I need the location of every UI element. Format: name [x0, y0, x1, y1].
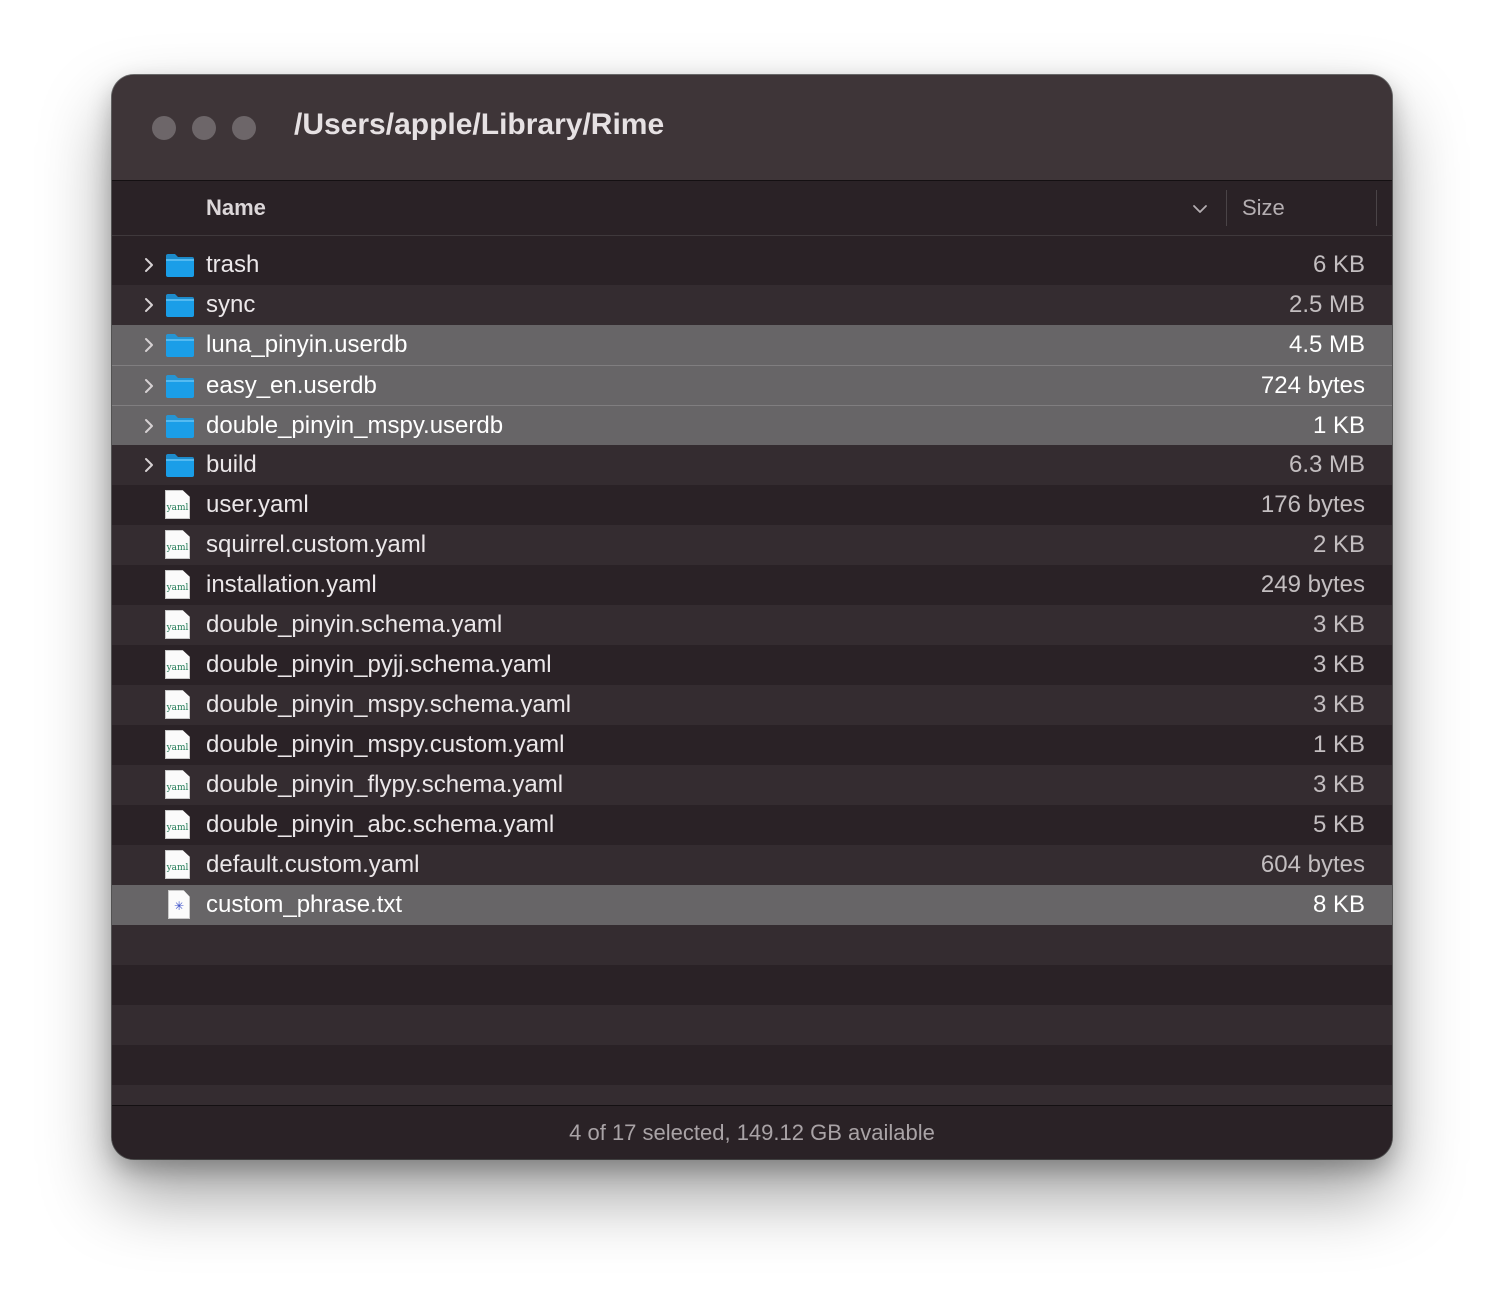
empty-row — [112, 1005, 1392, 1045]
file-name: double_pinyin_pyjj.schema.yaml — [206, 651, 552, 678]
chevron-right-icon[interactable] — [142, 416, 156, 436]
file-size: 176 bytes — [1260, 491, 1365, 518]
file-row[interactable]: yaml double_pinyin_mspy.custom.yaml 1 KB — [112, 725, 1392, 765]
file-row[interactable]: yaml double_pinyin_pyjj.schema.yaml 3 KB — [112, 645, 1392, 685]
chevron-down-icon[interactable] — [1190, 199, 1210, 219]
yaml-file-icon: yaml — [165, 770, 190, 799]
file-name: custom_phrase.txt — [206, 891, 403, 918]
file-size: 6.3 MB — [1288, 451, 1365, 478]
file-row[interactable]: yaml double_pinyin.schema.yaml 3 KB — [112, 605, 1392, 645]
folder-icon — [166, 454, 194, 477]
file-size: 3 KB — [1312, 611, 1365, 638]
close-button[interactable] — [152, 116, 176, 140]
file-name: trash — [206, 251, 260, 278]
folder-icon — [166, 415, 194, 438]
yaml-file-icon: yaml — [165, 650, 190, 679]
file-size: 6 KB — [1312, 251, 1365, 278]
file-name: build — [206, 451, 257, 478]
file-row[interactable]: ✳ custom_phrase.txt 8 KB — [112, 885, 1392, 925]
yaml-file-icon: yaml — [165, 570, 190, 599]
chevron-right-icon[interactable] — [142, 455, 156, 475]
file-name: installation.yaml — [206, 571, 377, 598]
file-name: double_pinyin_mspy.custom.yaml — [206, 731, 565, 758]
file-size: 2 KB — [1312, 531, 1365, 558]
empty-row — [112, 1045, 1392, 1085]
status-text: 4 of 17 selected, 149.12 GB available — [569, 1120, 935, 1145]
folder-icon — [166, 254, 194, 277]
column-divider[interactable] — [1226, 190, 1227, 226]
column-header-size[interactable]: Size — [1242, 195, 1285, 221]
chevron-right-icon[interactable] — [142, 295, 156, 315]
file-name: double_pinyin_mspy.schema.yaml — [206, 691, 572, 718]
file-name: squirrel.custom.yaml — [206, 531, 427, 558]
file-row[interactable]: easy_en.userdb 724 bytes — [112, 365, 1392, 405]
yaml-file-icon: yaml — [165, 850, 190, 879]
chevron-right-icon[interactable] — [142, 376, 156, 396]
yaml-file-icon: yaml — [165, 490, 190, 519]
column-divider[interactable] — [1376, 190, 1377, 226]
folder-icon — [166, 294, 194, 317]
file-list: trash 6 KB sync 2.5 MB luna_pinyin.userdb 4.5… — [112, 245, 1392, 1159]
file-size: 5 KB — [1312, 811, 1365, 838]
status-bar: 4 of 17 selected, 149.12 GB available — [112, 1105, 1392, 1159]
zoom-button[interactable] — [232, 116, 256, 140]
file-row[interactable]: build 6.3 MB — [112, 445, 1392, 485]
file-name: double_pinyin_mspy.userdb — [206, 412, 504, 439]
file-row[interactable]: yaml user.yaml 176 bytes — [112, 485, 1392, 525]
file-size: 724 bytes — [1260, 372, 1365, 399]
yaml-file-icon: yaml — [165, 610, 190, 639]
yaml-file-icon: yaml — [165, 530, 190, 559]
title-bar: /Users/apple/Library/Rime — [112, 75, 1392, 181]
column-header-name[interactable]: Name — [206, 195, 266, 221]
file-row[interactable]: trash 6 KB — [112, 245, 1392, 285]
file-size: 1 KB — [1312, 731, 1365, 758]
yaml-file-icon: yaml — [165, 730, 190, 759]
file-size: 604 bytes — [1260, 851, 1365, 878]
file-row[interactable]: yaml double_pinyin_abc.schema.yaml 5 KB — [112, 805, 1392, 845]
empty-row — [112, 925, 1392, 965]
file-name: easy_en.userdb — [206, 372, 377, 399]
file-row[interactable]: yaml default.custom.yaml 604 bytes — [112, 845, 1392, 885]
file-size: 249 bytes — [1260, 571, 1365, 598]
file-size: 3 KB — [1312, 691, 1365, 718]
column-header: Name Size — [112, 181, 1392, 236]
file-row[interactable]: double_pinyin_mspy.userdb 1 KB — [112, 405, 1392, 445]
empty-row — [112, 965, 1392, 1005]
text-file-icon: ✳ — [168, 890, 190, 919]
window-title: /Users/apple/Library/Rime — [294, 108, 665, 141]
folder-icon — [166, 375, 194, 398]
file-row[interactable]: luna_pinyin.userdb 4.5 MB — [112, 325, 1392, 365]
file-name: luna_pinyin.userdb — [206, 331, 408, 358]
yaml-file-icon: yaml — [165, 690, 190, 719]
chevron-right-icon[interactable] — [142, 335, 156, 355]
yaml-file-icon: yaml — [165, 810, 190, 839]
file-name: default.custom.yaml — [206, 851, 420, 878]
file-name: double_pinyin_abc.schema.yaml — [206, 811, 555, 838]
file-size: 4.5 MB — [1288, 331, 1365, 358]
file-size: 3 KB — [1312, 771, 1365, 798]
file-row[interactable]: yaml double_pinyin_flypy.schema.yaml 3 KB — [112, 765, 1392, 805]
file-row[interactable]: sync 2.5 MB — [112, 285, 1392, 325]
file-row[interactable]: yaml double_pinyin_mspy.schema.yaml 3 KB — [112, 685, 1392, 725]
file-row[interactable]: yaml squirrel.custom.yaml 2 KB — [112, 525, 1392, 565]
file-size: 3 KB — [1312, 651, 1365, 678]
file-size: 1 KB — [1312, 412, 1365, 439]
chevron-right-icon[interactable] — [142, 255, 156, 275]
file-name: user.yaml — [206, 491, 309, 518]
file-name: double_pinyin.schema.yaml — [206, 611, 503, 638]
file-size: 2.5 MB — [1288, 291, 1365, 318]
file-name: sync — [206, 291, 256, 318]
file-row[interactable]: yaml installation.yaml 249 bytes — [112, 565, 1392, 605]
file-name: double_pinyin_flypy.schema.yaml — [206, 771, 564, 798]
file-size: 8 KB — [1312, 891, 1365, 918]
finder-window: /Users/apple/Library/Rime Name Size tras… — [112, 75, 1392, 1159]
minimize-button[interactable] — [192, 116, 216, 140]
folder-icon — [166, 334, 194, 357]
